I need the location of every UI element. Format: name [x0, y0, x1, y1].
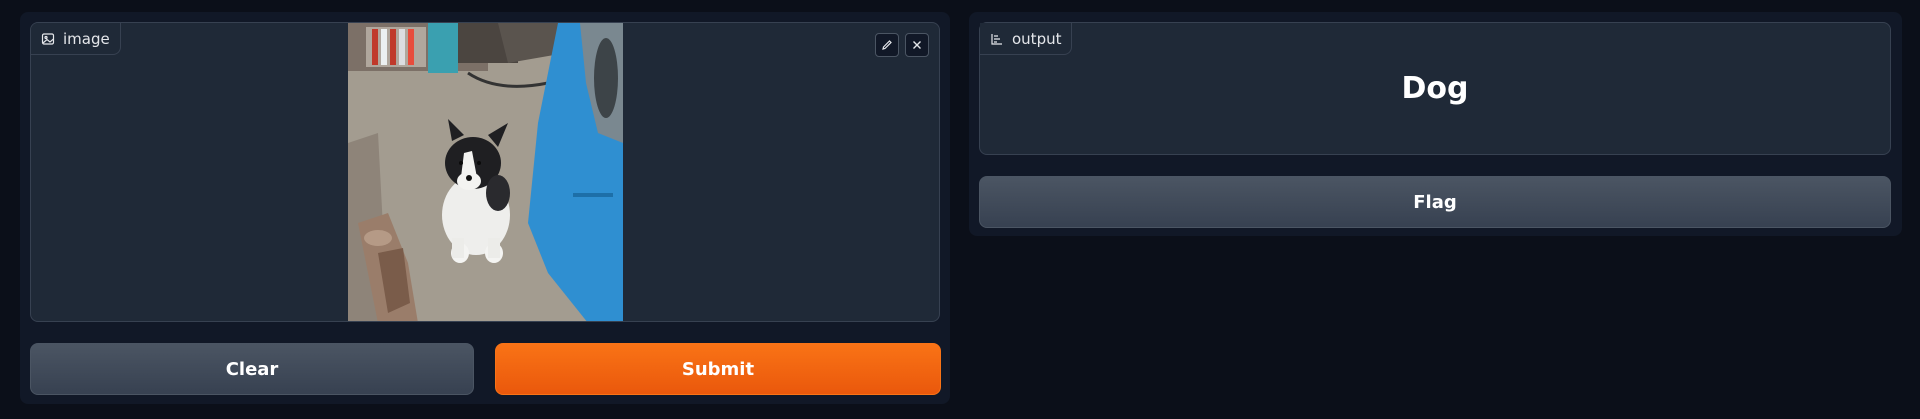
- image-tools: [875, 33, 929, 57]
- output-panel: output Dog Flag: [969, 12, 1902, 236]
- remove-image-button[interactable]: [905, 33, 929, 57]
- image-input[interactable]: image: [30, 22, 940, 322]
- image-icon: [41, 32, 55, 45]
- output-label-text: output: [1012, 29, 1062, 48]
- label-icon: [991, 33, 1002, 45]
- pencil-icon: [882, 40, 892, 50]
- output-label-block: output Dog: [979, 22, 1891, 155]
- app-root: image Clear Submit output Dog Flag: [0, 0, 1920, 419]
- dog-photo-illustration: [348, 23, 623, 321]
- flag-button[interactable]: Flag: [979, 176, 1891, 228]
- edit-image-button[interactable]: [875, 33, 899, 57]
- output-label: output: [980, 23, 1073, 55]
- image-label: image: [31, 23, 121, 55]
- uploaded-dog-photo: [348, 23, 623, 321]
- input-panel: image Clear Submit: [20, 12, 950, 404]
- submit-button[interactable]: Submit: [495, 343, 941, 395]
- clear-button[interactable]: Clear: [30, 343, 474, 395]
- prediction-value: Dog: [1401, 71, 1469, 106]
- image-label-text: image: [63, 29, 110, 48]
- close-icon: [913, 41, 921, 49]
